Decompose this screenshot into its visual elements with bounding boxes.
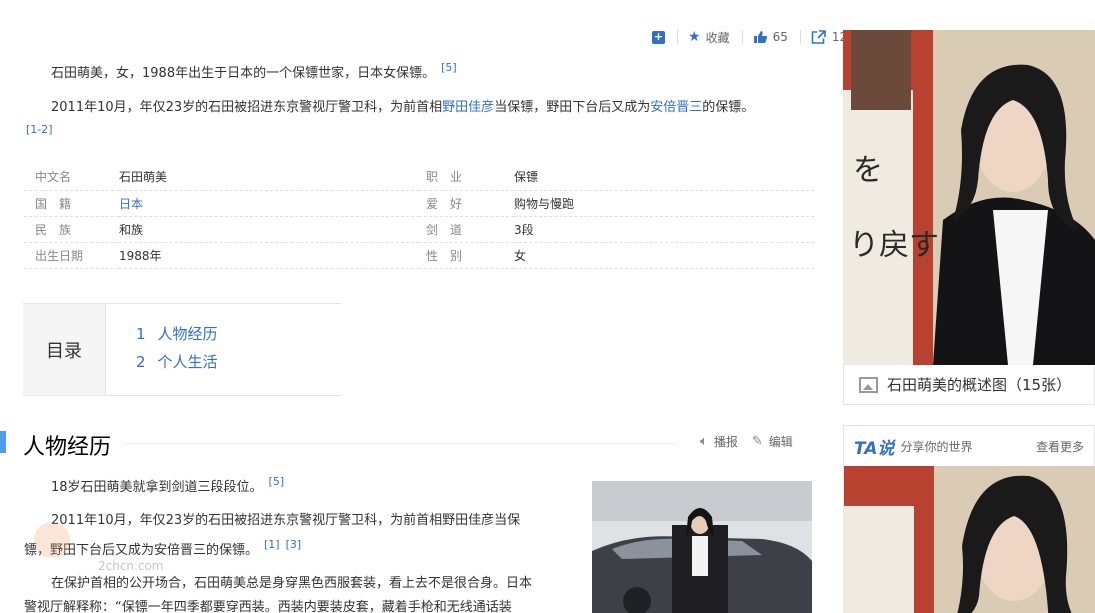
intro-text-1: 石田萌美，女，1988年出生于日本的一个保镖世家，日本女保镖。 [51, 66, 436, 81]
toc-item-2[interactable]: 2 个人生活 [136, 348, 218, 376]
article-toolbar: + ★ 收藏 65 12 [652, 27, 859, 47]
ta-logo: TA说 [854, 438, 895, 459]
watermark-text: 2chcn.com [98, 559, 164, 573]
toc-list: 1 人物经历 2 个人生活 [106, 304, 218, 395]
picture-icon [859, 376, 878, 393]
ta-subtitle: 分享你的世界 [900, 439, 973, 454]
divider [741, 30, 743, 44]
info-value: 石田萌美 [119, 164, 419, 191]
star-icon: ★ [688, 29, 701, 45]
citation-ref[interactable]: [1-2] [26, 123, 53, 136]
share-button[interactable]: 12 [811, 30, 847, 44]
favorite-label: 收藏 [705, 30, 730, 45]
info-value: 和族 [119, 216, 419, 243]
view-more-link[interactable]: 查看更多 [1036, 438, 1084, 455]
citation-ref[interactable]: [1] [264, 538, 280, 551]
link-noda[interactable]: 野田佳彦 [442, 100, 494, 115]
link-japan[interactable]: 日本 [119, 197, 143, 211]
toc-number: 2 [136, 353, 146, 371]
info-value: 购物与慢跑 [514, 190, 814, 217]
table-of-contents: 目录 1 人物经历 2 个人生活 [23, 303, 341, 396]
section-text-3b: 警视厅解释称：“保镖一年四季都要穿西装。西装内要装皮套，藏着手枪和无线通话装 [24, 600, 512, 613]
info-key: 职 业 [419, 164, 514, 191]
info-key: 爱 好 [419, 190, 514, 217]
section-text-2a: 2011年10月，年仅23岁的石田被招进东京警视厅警卫科，为前首相野田佳彦当保 [51, 513, 521, 528]
sidebar-main-photo[interactable]: を り戻す [843, 30, 1095, 365]
citation-ref[interactable]: [3] [286, 538, 302, 551]
like-count: 65 [772, 30, 788, 44]
section-actions: 🔈︎ 播报 ✎ 编辑 [700, 433, 807, 450]
play-label: 播报 [713, 435, 738, 449]
info-key: 出生日期 [24, 242, 119, 269]
section-text-3a: 在保护首相的公开场合，石田萌美总是身穿黑色西服套装，看上去不是很合身。日本 [51, 576, 533, 591]
info-row: 出生日期 1988年 性 别 女 [24, 242, 814, 269]
toc-number: 1 [136, 325, 146, 343]
info-row: 国 籍 日本 爱 好 购物与慢跑 [24, 190, 814, 217]
thumbs-up-icon [753, 31, 767, 43]
toc-title: 目录 [23, 304, 106, 395]
svg-text:を: を [853, 153, 883, 188]
ta-header: TA说 分享你的世界 查看更多 [844, 426, 1094, 466]
section-title: 人物经历 [23, 435, 112, 460]
speaker-icon: 🔈︎ [700, 434, 708, 449]
gallery-caption-text: 石田萌美的概述图（15张） [887, 376, 1072, 394]
info-key: 中文名 [24, 164, 119, 191]
ta-photo[interactable] [844, 466, 1095, 613]
section-accent-bar [0, 431, 6, 453]
pencil-icon: ✎ [751, 434, 763, 449]
section-paragraph-1: 18岁石田萌美就拿到剑道三段段位。 [5] [24, 470, 579, 500]
like-button[interactable]: 65 [753, 30, 788, 44]
toc-label: 个人生活 [157, 353, 218, 371]
link-abe[interactable]: 安倍晋三 [650, 100, 702, 115]
info-row: 民 族 和族 剑 道 3段 [24, 216, 814, 243]
intro-paragraph-2: 2011年10月，年仅23岁的石田被招进东京警视厅警卫科，为前首相野田佳彦当保镖… [24, 97, 814, 141]
section-text-1: 18岁石田萌美就拿到剑道三段段位。 [51, 480, 263, 495]
photo-car-scene [592, 481, 812, 613]
citation-ref[interactable]: [5] [441, 61, 457, 74]
info-row: 中文名 石田萌美 职 业 保镖 [24, 164, 814, 191]
plus-icon: + [652, 29, 665, 44]
basic-info-table: 中文名 石田萌美 职 业 保镖 国 籍 日本 爱 好 购物与慢跑 民 族 和族 … [24, 164, 814, 269]
info-value: 3段 [514, 216, 814, 243]
info-value-link[interactable]: 日本 [119, 190, 419, 217]
toc-label: 人物经历 [157, 325, 218, 343]
divider [799, 30, 801, 44]
intro-paragraph-1: 石田萌美，女，1988年出生于日本的一个保镖世家，日本女保镖。 [5] [24, 57, 814, 85]
favorite-button[interactable]: ★ 收藏 [688, 29, 730, 46]
photo-gallery-caption[interactable]: 石田萌美的概述图（15张） [843, 365, 1095, 405]
info-key: 国 籍 [24, 190, 119, 217]
intro-text-2c: 的保镖。 [702, 100, 755, 115]
intro-text-2a: 2011年10月，年仅23岁的石田被招进东京警视厅警卫科，为前首相 [51, 100, 443, 115]
intro-text-2b: 当保镖，野田下台后又成为 [494, 100, 651, 115]
edit-button[interactable]: ✎ 编辑 [752, 433, 793, 450]
section-divider [125, 443, 675, 444]
info-key: 民 族 [24, 216, 119, 243]
section-paragraph-2: 2011年10月，年仅23岁的石田被招进东京警视厅警卫科，为前首相野田佳彦当保 … [24, 509, 579, 563]
info-value: 女 [514, 242, 814, 269]
section-paragraph-3: 在保护首相的公开场合，石田萌美总是身穿黑色西服套装，看上去不是很合身。日本 警视… [24, 572, 579, 613]
edit-label: 编辑 [768, 435, 793, 449]
portrait-image: を り戻す [843, 30, 1095, 365]
info-value: 1988年 [119, 242, 419, 269]
svg-text:り戻す: り戻す [849, 228, 939, 263]
toc-item-1[interactable]: 1 人物经历 [136, 320, 218, 348]
share-icon [811, 30, 826, 44]
section-photo[interactable] [592, 481, 812, 613]
play-button[interactable]: 🔈︎ 播报 [700, 433, 738, 450]
add-button[interactable]: + [652, 29, 665, 44]
ta-share-panel: TA说 分享你的世界 查看更多 [843, 425, 1095, 613]
watermark-logo [34, 522, 70, 558]
ta-portrait-image [844, 466, 1095, 613]
info-value: 保镖 [514, 164, 814, 191]
info-key: 性 别 [419, 242, 514, 269]
divider [677, 30, 678, 44]
citation-ref[interactable]: [5] [269, 475, 285, 488]
info-key: 剑 道 [419, 216, 514, 243]
